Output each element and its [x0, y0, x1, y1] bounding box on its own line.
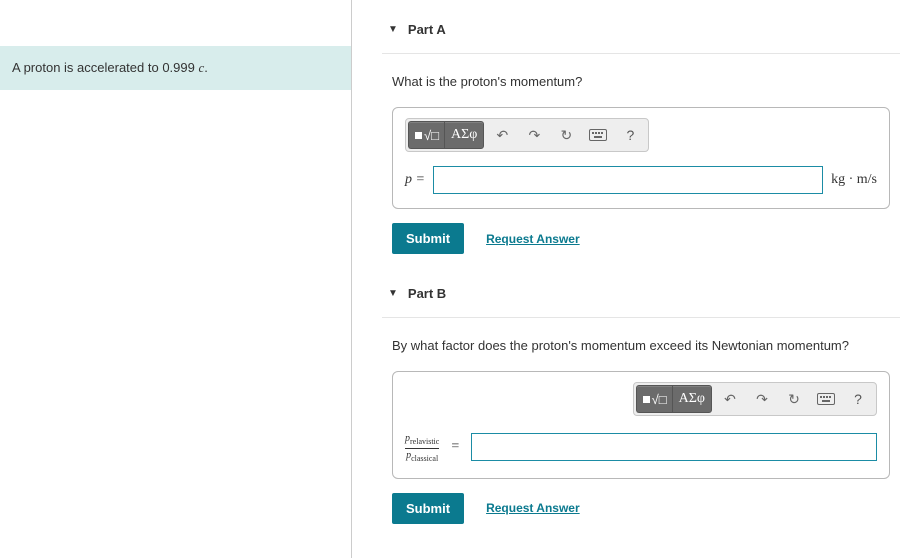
part-b-answer-box: √□ ΑΣφ ↶ ↷ ↻ ?: [392, 371, 890, 479]
part-a-title: Part A: [408, 22, 446, 37]
undo-icon[interactable]: ↶: [486, 121, 518, 149]
submit-button[interactable]: Submit: [392, 223, 464, 254]
lhs-label: p =: [405, 172, 425, 188]
part-b-title: Part B: [408, 286, 446, 301]
problem-text-suffix: .: [204, 60, 208, 75]
answer-input-a[interactable]: [433, 166, 823, 194]
lhs-fraction: prelavistic pclassical: [405, 430, 439, 464]
request-answer-link[interactable]: Request Answer: [486, 501, 580, 515]
undo-icon[interactable]: ↶: [714, 385, 746, 413]
reset-icon[interactable]: ↻: [550, 121, 582, 149]
help-icon[interactable]: ?: [842, 385, 874, 413]
caret-down-icon: ▼: [388, 288, 398, 299]
template-button[interactable]: √□: [636, 385, 673, 413]
keyboard-icon[interactable]: [582, 121, 614, 149]
redo-icon[interactable]: ↷: [746, 385, 778, 413]
redo-icon[interactable]: ↷: [518, 121, 550, 149]
keyboard-icon[interactable]: [810, 385, 842, 413]
problem-text-prefix: A proton is accelerated to 0.999: [12, 60, 198, 75]
caret-down-icon: ▼: [388, 24, 398, 35]
request-answer-link[interactable]: Request Answer: [486, 232, 580, 246]
part-a-header[interactable]: ▼ Part A: [382, 6, 900, 54]
greek-button[interactable]: ΑΣφ: [672, 385, 712, 413]
part-a-answer-box: √□ ΑΣφ ↶ ↷ ↻ ? p =: [392, 107, 890, 209]
equation-toolbar: √□ ΑΣφ ↶ ↷ ↻ ?: [405, 118, 649, 152]
template-button[interactable]: √□: [408, 121, 445, 149]
reset-icon[interactable]: ↻: [778, 385, 810, 413]
part-a-question: What is the proton's momentum?: [392, 74, 890, 89]
equation-toolbar: √□ ΑΣφ ↶ ↷ ↻ ?: [633, 382, 877, 416]
submit-button[interactable]: Submit: [392, 493, 464, 524]
part-a: ▼ Part A What is the proton's momentum? …: [382, 6, 900, 264]
equals-sign: =: [451, 439, 459, 455]
part-b-header[interactable]: ▼ Part B: [382, 270, 900, 318]
part-b: ▼ Part B By what factor does the proton'…: [382, 270, 900, 534]
unit-label: kg · m/s: [831, 172, 877, 188]
part-b-question: By what factor does the proton's momentu…: [392, 338, 890, 353]
problem-statement: A proton is accelerated to 0.999 c.: [0, 46, 351, 90]
help-icon[interactable]: ?: [614, 121, 646, 149]
greek-button[interactable]: ΑΣφ: [444, 121, 484, 149]
answer-input-b[interactable]: [471, 433, 877, 461]
